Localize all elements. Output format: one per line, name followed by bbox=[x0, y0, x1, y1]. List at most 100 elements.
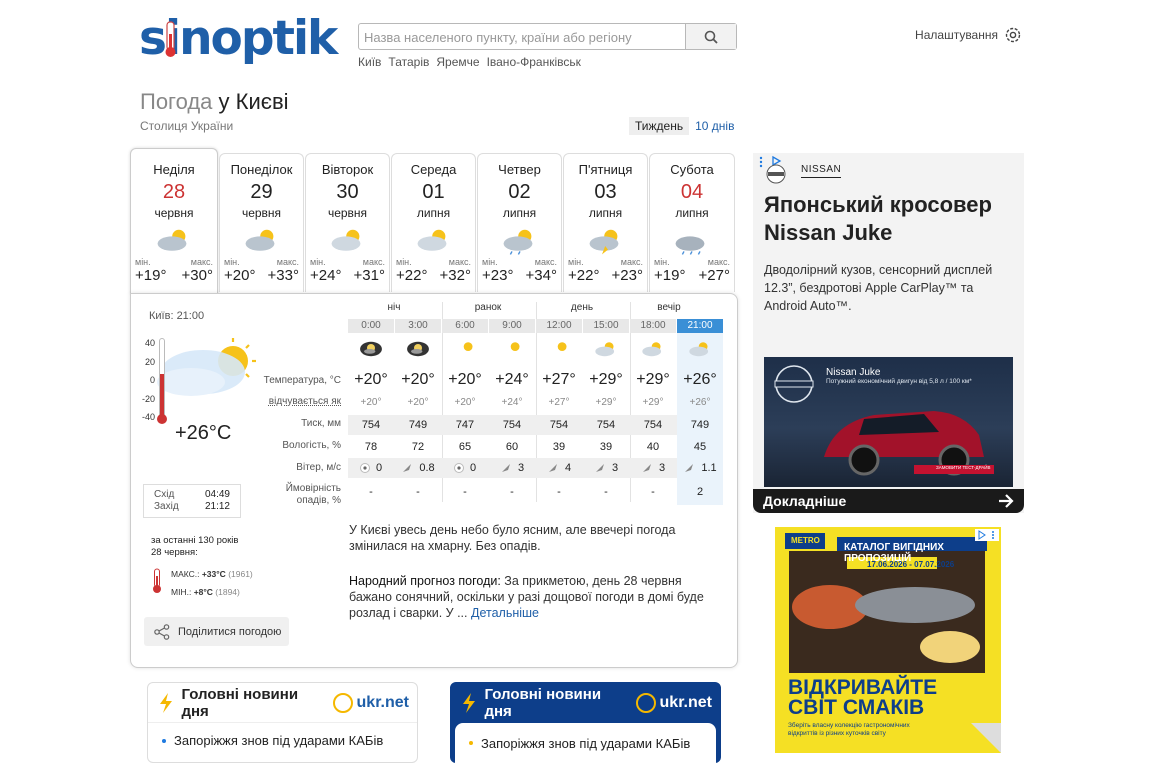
ukrnet-logo[interactable]: ukr.net bbox=[332, 692, 409, 713]
day-tab-0[interactable]: Неділя 28 червня мін. макс. +19° +30° bbox=[130, 148, 218, 294]
period-3: вечір bbox=[657, 302, 681, 313]
sun-cloud-icon bbox=[417, 229, 446, 251]
day-name: Четвер bbox=[498, 162, 541, 177]
feels-value: +27° bbox=[548, 397, 570, 408]
adchoices-icon[interactable] bbox=[975, 529, 999, 541]
min-temp: +22° bbox=[396, 267, 428, 284]
min-max-temps: +24° +31° bbox=[306, 267, 389, 284]
wind-direction-icon bbox=[548, 464, 557, 472]
current-temperature: +26°C bbox=[175, 422, 232, 444]
day-name: Середа bbox=[410, 162, 457, 177]
quick-links: Київ Татарів Яремче Івано-Франківськ bbox=[358, 55, 581, 69]
day-tab-6[interactable]: Субота 04 липня мін. макс. +19° +27° bbox=[649, 153, 735, 292]
quick-link-kyiv[interactable]: Київ bbox=[358, 55, 381, 69]
feels-value: +20° bbox=[360, 397, 382, 408]
min-label: мін. bbox=[135, 257, 151, 267]
ukrnet-icon bbox=[332, 692, 353, 713]
moon-cloud-icon bbox=[407, 341, 429, 357]
precip-value: - bbox=[463, 486, 467, 498]
precip-cell: - bbox=[583, 482, 629, 502]
pressure-cell: 749 bbox=[677, 415, 723, 435]
precip-value: - bbox=[651, 486, 655, 498]
humidity-value: 40 bbox=[646, 441, 660, 453]
bullet bbox=[162, 738, 166, 743]
day-tab-3[interactable]: Середа 01 липня мін. макс. +22° +32° bbox=[391, 153, 476, 292]
hist-min-year: (1894) bbox=[215, 587, 240, 597]
folk-more-link[interactable]: Детальніше bbox=[471, 606, 539, 620]
news-item[interactable]: Запоріжжя знов під ударами КАБів bbox=[148, 733, 417, 748]
day-description: У Києві увесь день небо було ясним, але … bbox=[349, 523, 676, 553]
partly-cloudy-icon bbox=[245, 229, 274, 251]
quick-link-ivano-frankivsk[interactable]: Івано-Франківськ bbox=[487, 55, 581, 69]
day-tab-2[interactable]: Вівторок 30 червня мін. макс. +24° +31° bbox=[305, 153, 390, 292]
thunder-icon bbox=[589, 229, 618, 255]
partly-cloudy-icon bbox=[157, 229, 187, 251]
pressure-value: 754 bbox=[361, 419, 381, 431]
precip-cell: - bbox=[395, 482, 441, 502]
quick-link-yaremche[interactable]: Яремче bbox=[436, 55, 479, 69]
feels-cell: +26° bbox=[677, 395, 723, 411]
min-max-labels: мін. макс. bbox=[392, 257, 475, 267]
sun-icon bbox=[463, 342, 473, 351]
feels-value: +24° bbox=[501, 397, 523, 408]
news-item-text: Запоріжжя знов під ударами КАБів bbox=[481, 735, 691, 751]
sun-icon bbox=[510, 342, 520, 351]
precip-cell: 2 bbox=[677, 482, 723, 502]
settings-link[interactable]: Налаштування bbox=[915, 26, 1022, 44]
min-max-temps: +22° +32° bbox=[392, 267, 475, 284]
history-title: за останні 130 років 28 червня: bbox=[151, 535, 238, 559]
min-max-labels: мін. макс. bbox=[131, 257, 217, 267]
wind-cell: 3 bbox=[489, 458, 535, 478]
ad-cta-button[interactable]: Докладніше bbox=[753, 489, 1024, 513]
min-max-temps: +23° +34° bbox=[478, 267, 561, 284]
search-input[interactable] bbox=[364, 28, 684, 46]
wind-direction-icon bbox=[642, 464, 651, 472]
feels-value: +20° bbox=[407, 397, 429, 408]
hist-max-label: МАКС.: bbox=[171, 569, 200, 579]
day-name: Неділя bbox=[153, 162, 195, 177]
humidity-cell: 39 bbox=[536, 437, 582, 457]
day-date: 30 bbox=[336, 181, 359, 203]
period-week[interactable]: Тиждень bbox=[629, 117, 690, 135]
quick-link-tatariv[interactable]: Татарів bbox=[388, 55, 429, 69]
wind-value: 1.1 bbox=[701, 462, 717, 474]
temp-value: +27° bbox=[542, 371, 576, 388]
max-temp: +27° bbox=[698, 267, 730, 284]
min-temp: +19° bbox=[135, 267, 167, 284]
min-temp: +22° bbox=[568, 267, 600, 284]
ukrnet-logo[interactable]: ukr.net bbox=[635, 693, 712, 713]
news-item[interactable]: Запоріжжя знов під ударами КАБів bbox=[455, 723, 716, 763]
ad-text: Дводолірний кузов, сенсорний дисплей 12.… bbox=[764, 263, 993, 313]
max-temp: +30° bbox=[181, 267, 213, 284]
max-temp: +33° bbox=[267, 267, 299, 284]
nissan-ad[interactable]: NISSAN Японський кросовер Nissan Juke Дв… bbox=[753, 153, 1024, 513]
temp-cell: +20° bbox=[348, 369, 394, 391]
day-tab-4[interactable]: Четвер 02 липня мін. макс. +23° +34° bbox=[477, 153, 562, 292]
day-tab-5[interactable]: П'ятниця 03 липня мін. макс. +22° +23° bbox=[563, 153, 648, 292]
share-button[interactable]: Поділитися погодою bbox=[144, 617, 289, 646]
ad-img-button[interactable]: ЗАМОВИТИ ТЕСТ-ДРАЙВ bbox=[936, 465, 991, 470]
precip-cell: - bbox=[442, 482, 488, 502]
arrow-right-icon bbox=[999, 494, 1014, 508]
wind-cell: 1.1 bbox=[677, 458, 723, 478]
row-label-precip: Ймовірність опадів, % bbox=[261, 483, 341, 507]
day-month: червня bbox=[327, 206, 368, 220]
pressure-cell: 754 bbox=[489, 415, 535, 435]
row-label-wind: Вітер, м/с bbox=[296, 462, 341, 473]
humidity-value: 39 bbox=[552, 441, 566, 453]
metro-ad[interactable]: METRO КАТАЛОГ ВИГІДНИХ ПРОПОЗИЦІЙ 17.06.… bbox=[775, 527, 1001, 753]
search-button[interactable] bbox=[685, 24, 736, 49]
news-item-text: Запоріжжя знов під ударами КАБів bbox=[174, 733, 384, 748]
day-tab-1[interactable]: Понеділок 29 червня мін. макс. +20° +33° bbox=[219, 153, 304, 292]
min-max-temps: +22° +23° bbox=[564, 267, 647, 284]
precip-cell: - bbox=[630, 482, 676, 502]
news-widget-dark: Головні новини дня ukr.net Запоріжжя зно… bbox=[450, 682, 721, 763]
day-name: Субота bbox=[670, 162, 714, 177]
pressure-value: 754 bbox=[549, 419, 569, 431]
settings-label: Налаштування bbox=[915, 28, 998, 42]
humidity-cell: 40 bbox=[630, 437, 676, 457]
sinoptik-logo[interactable]: sinoptik bbox=[139, 8, 342, 66]
period-10days[interactable]: 10 днів bbox=[689, 117, 740, 135]
day-name: П'ятниця bbox=[578, 162, 633, 177]
temp-cell: +24° bbox=[489, 369, 535, 391]
